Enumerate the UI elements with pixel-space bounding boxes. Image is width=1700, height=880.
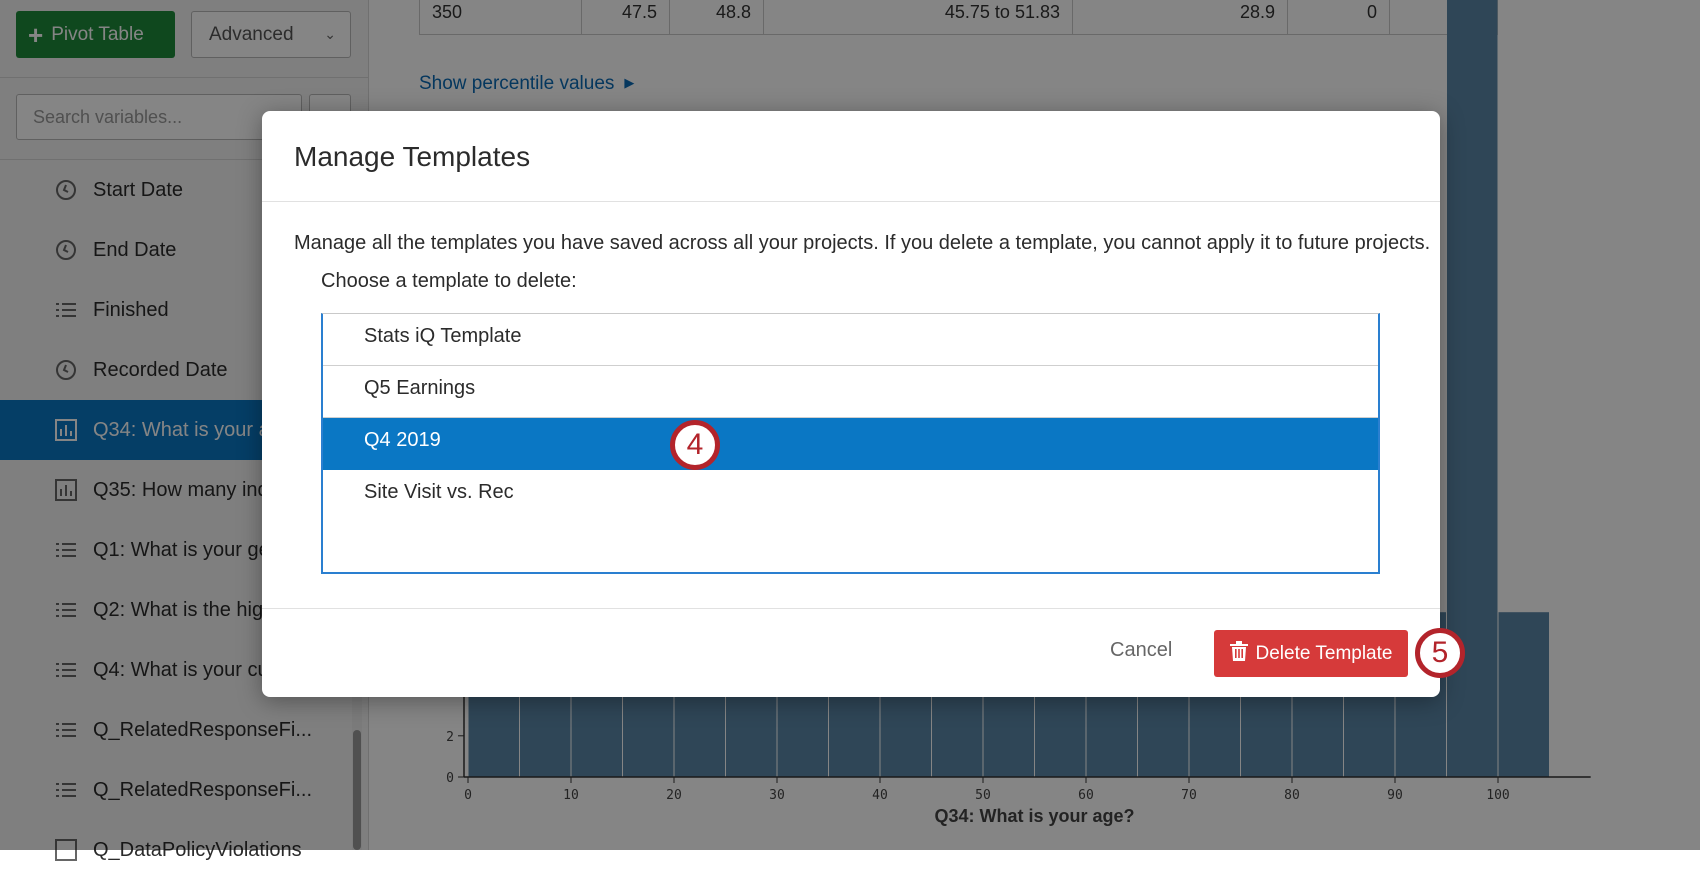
delete-template-label: Delete Template: [1255, 642, 1393, 664]
cancel-button[interactable]: Cancel: [1110, 639, 1172, 662]
step-badge-4: 4: [670, 420, 720, 470]
trash-icon: [1229, 640, 1248, 667]
step-badge-5: 5: [1415, 628, 1465, 678]
manage-templates-modal: Manage Templates Manage all the template…: [262, 111, 1440, 697]
modal-description: Manage all the templates you have saved …: [294, 232, 1431, 254]
template-item[interactable]: Site Visit vs. Rec: [323, 470, 1378, 522]
choose-template-label: Choose a template to delete:: [321, 270, 577, 292]
divider: [262, 201, 1440, 202]
modal-title: Manage Templates: [294, 141, 531, 172]
delete-template-button[interactable]: Delete Template: [1214, 630, 1408, 677]
template-item-selected[interactable]: Q4 2019: [323, 418, 1378, 470]
divider: [262, 608, 1440, 609]
template-item[interactable]: Stats iQ Template: [323, 314, 1378, 366]
template-item[interactable]: Q5 Earnings: [323, 366, 1378, 418]
template-list[interactable]: Stats iQ Template Q5 Earnings Q4 2019 Si…: [321, 313, 1380, 574]
